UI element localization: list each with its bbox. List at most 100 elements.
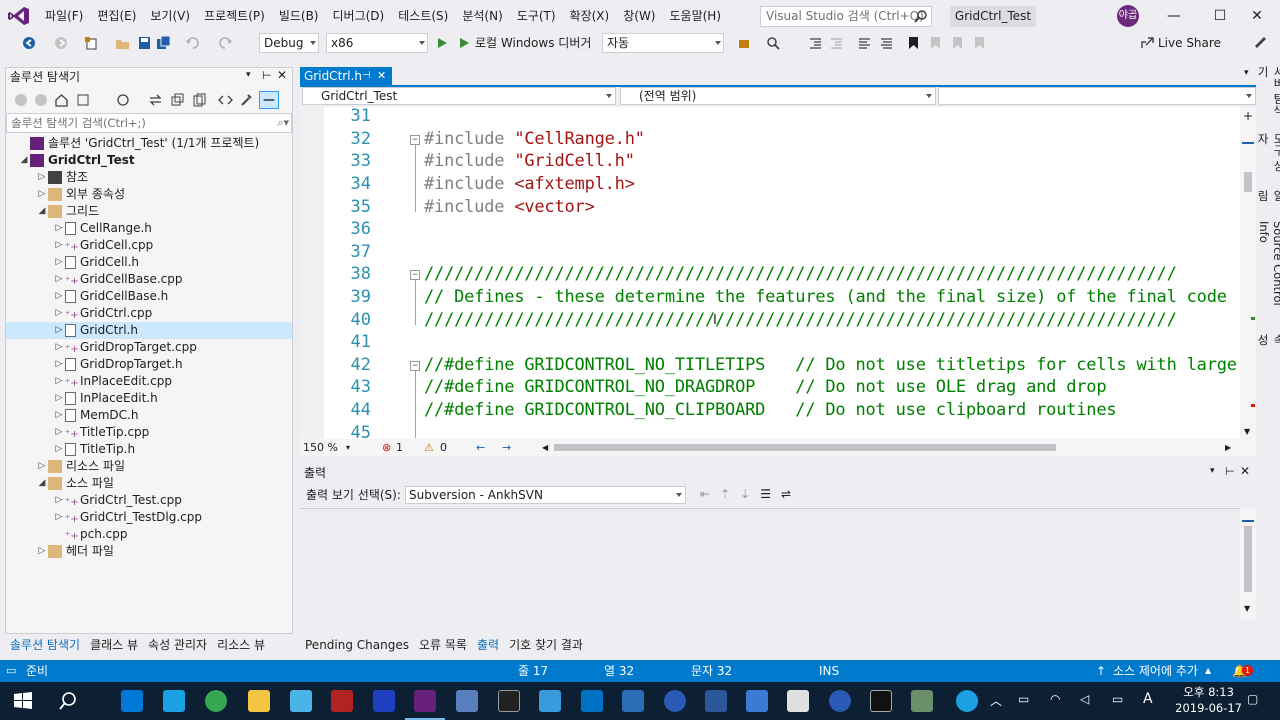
source-control-up-icon[interactable]: ↑: [1096, 660, 1106, 682]
previous-issue-icon[interactable]: ←: [476, 439, 485, 456]
tree-item[interactable]: ▷ ⁺+ GridCellBase.cpp: [6, 271, 292, 288]
tree-item[interactable]: ▷ GridCell.h: [6, 254, 292, 271]
expanded-icon[interactable]: ◢: [18, 152, 30, 169]
back-icon[interactable]: [14, 93, 29, 107]
platform-combo[interactable]: x86: [326, 33, 428, 53]
next-issue-icon[interactable]: →: [502, 439, 511, 456]
pin-tab-icon[interactable]: ⊣: [362, 67, 371, 85]
collapsed-icon[interactable]: ▷: [53, 373, 65, 390]
show-all-files-icon[interactable]: [192, 93, 207, 107]
output-source-combo[interactable]: Subversion - AnkhSVN: [405, 486, 686, 504]
menu-project[interactable]: 프로젝트(P): [197, 0, 272, 32]
output-text-area[interactable]: [300, 508, 1256, 634]
panel-dropdown-icon[interactable]: ▾: [246, 70, 251, 80]
collapsed-icon[interactable]: ▷: [53, 356, 65, 373]
collapse-region-icon[interactable]: −: [410, 134, 420, 145]
start-icon[interactable]: [457, 36, 472, 50]
menu-build[interactable]: 빌드(B): [272, 0, 326, 32]
outdent-icon[interactable]: [808, 36, 823, 50]
app-icon[interactable]: [373, 690, 395, 712]
chrome-icon[interactable]: [205, 690, 227, 712]
edge-icon[interactable]: [121, 690, 143, 712]
app-icon[interactable]: [456, 690, 478, 712]
view-code-icon[interactable]: [218, 93, 233, 107]
collapsed-icon[interactable]: ▷: [53, 424, 65, 441]
indent-icon[interactable]: [829, 36, 844, 50]
add-to-source-control-button[interactable]: 소스 제어에 추가: [1113, 660, 1198, 682]
collapse-region-icon[interactable]: −: [410, 360, 420, 371]
battery-icon[interactable]: ▭: [1018, 692, 1029, 706]
error-icon[interactable]: ⊗: [382, 439, 391, 456]
tree-item[interactable]: ▷ InPlaceEdit.h: [6, 390, 292, 407]
tree-item[interactable]: ▷ GridCtrl.h: [6, 322, 292, 339]
internet-explorer-icon[interactable]: [163, 690, 185, 712]
goto-message-icon[interactable]: ⇤: [700, 487, 710, 501]
wifi-icon[interactable]: ◠: [1050, 692, 1060, 706]
file-explorer-icon[interactable]: [248, 690, 270, 712]
ime-indicator[interactable]: A: [1143, 691, 1153, 707]
collapsed-icon[interactable]: ▷: [53, 390, 65, 407]
split-editor-icon[interactable]: +: [1243, 109, 1253, 123]
app-icon[interactable]: [664, 690, 686, 712]
app-icon[interactable]: [787, 690, 809, 712]
menu-view[interactable]: 보기(V): [143, 0, 197, 32]
expanded-icon[interactable]: ◢: [36, 203, 48, 220]
menu-analyze[interactable]: 분석(N): [455, 0, 509, 32]
collapsed-icon[interactable]: ▷: [53, 254, 65, 271]
collapsed-icon[interactable]: ▷: [53, 288, 65, 305]
app-icon[interactable]: [622, 690, 644, 712]
live-share-button[interactable]: Live Share: [1158, 32, 1221, 54]
previous-message-icon[interactable]: ⇡: [720, 487, 730, 501]
app-icon[interactable]: [290, 690, 312, 712]
live-share-icon[interactable]: [1140, 36, 1155, 50]
close-panel-icon[interactable]: ✕: [277, 68, 287, 82]
source-control-caret-icon[interactable]: ▲: [1205, 660, 1211, 682]
collapse-region-icon[interactable]: −: [410, 270, 420, 281]
warning-icon[interactable]: ⚠: [424, 439, 434, 456]
windows-start-icon[interactable]: [12, 690, 34, 712]
next-message-icon[interactable]: ⇣: [740, 487, 750, 501]
help-icon[interactable]: [956, 690, 978, 712]
collapsed-icon[interactable]: ▷: [53, 220, 65, 237]
collapsed-icon[interactable]: ▷: [53, 237, 65, 254]
uncomment-icon[interactable]: [879, 36, 894, 50]
tree-item[interactable]: ▷ ⁺+ GridDropTarget.cpp: [6, 339, 292, 356]
action-center-icon[interactable]: ▢: [1247, 692, 1258, 706]
menu-help[interactable]: 도움말(H): [663, 0, 729, 32]
tree-item[interactable]: ▷ MemDC.h: [6, 407, 292, 424]
menu-edit[interactable]: 편집(E): [90, 0, 143, 32]
save-all-icon[interactable]: [156, 36, 171, 50]
tree-item[interactable]: ◢ GridCtrl_Test: [6, 152, 292, 169]
keyboard-icon[interactable]: ▭: [1112, 692, 1123, 706]
tool-icon[interactable]: [737, 36, 752, 50]
collapsed-icon[interactable]: ▷: [53, 492, 65, 509]
tab-pending-changes[interactable]: Pending Changes: [300, 636, 414, 654]
pin-icon[interactable]: ⊢: [262, 69, 272, 82]
menu-debug[interactable]: 디버그(D): [326, 0, 392, 32]
vs-search-input[interactable]: Visual Studio 검색 (Ctrl+Q): [760, 6, 932, 27]
visual-studio-logo-icon[interactable]: [8, 6, 30, 26]
word-icon[interactable]: [705, 690, 727, 712]
undo-icon[interactable]: [185, 36, 200, 50]
menu-file[interactable]: 파일(F): [38, 0, 90, 32]
menu-tools[interactable]: 도구(T): [510, 0, 563, 32]
side-tab-source-control-info[interactable]: Source Control Info: [1257, 221, 1280, 324]
properties-icon[interactable]: [239, 93, 254, 107]
word-wrap-icon[interactable]: ⇌: [781, 487, 791, 501]
collapsed-icon[interactable]: ▷: [53, 407, 65, 424]
filezilla-icon[interactable]: [331, 690, 353, 712]
collapsed-icon[interactable]: ▷: [53, 322, 65, 339]
forward-icon[interactable]: [54, 36, 69, 50]
tab-class-view[interactable]: 클래스 뷰: [85, 636, 143, 654]
switch-views-icon[interactable]: [76, 93, 91, 107]
scroll-down-icon[interactable]: ▼: [1244, 604, 1250, 613]
back-icon[interactable]: [22, 36, 37, 50]
collapsed-icon[interactable]: ▷: [53, 305, 65, 322]
tree-item[interactable]: ▷ TitleTip.h: [6, 441, 292, 458]
zoom-combo[interactable]: 150 %: [303, 439, 338, 456]
tree-item[interactable]: 솔루션 'GridCtrl_Test' (1/1개 프로젝트): [6, 135, 292, 152]
collapsed-icon[interactable]: ▷: [53, 339, 65, 356]
tree-item[interactable]: ▷ ⁺+ GridCtrl_TestDlg.cpp: [6, 509, 292, 526]
tab-property-manager[interactable]: 속성 관리자: [143, 636, 212, 654]
tree-item[interactable]: ▷ ⁺+ GridCell.cpp: [6, 237, 292, 254]
